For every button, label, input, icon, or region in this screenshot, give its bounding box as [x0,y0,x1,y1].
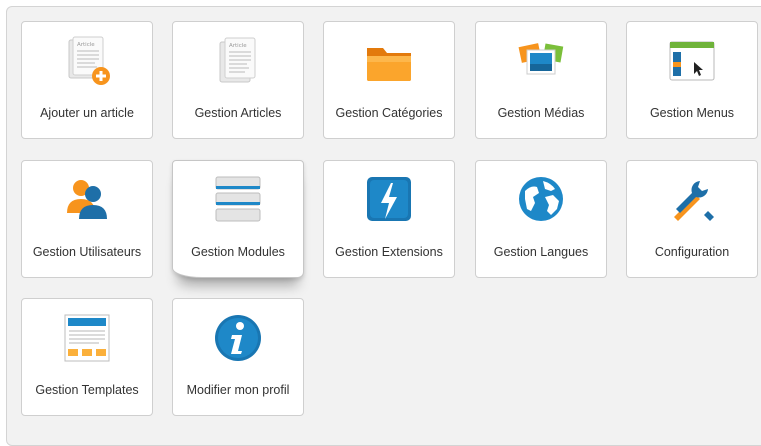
tile-label: Gestion Catégories [335,106,443,120]
tile-label: Ajouter un article [40,106,134,120]
tile-users[interactable]: Gestion Utilisateurs [21,160,153,278]
control-panel: Article Ajouter un article Article Gesti… [6,6,761,446]
globe-icon [513,173,569,229]
tile-label: Configuration [654,245,730,259]
tile-label: Gestion Médias [497,106,585,120]
media-icon [513,34,569,90]
folder-icon [361,34,417,90]
tile-label: Gestion Menus [649,106,735,120]
menu-window-icon [664,34,720,90]
extensions-icon [361,173,417,229]
article-mini-text: Article [77,42,95,48]
tile-extensions[interactable]: Gestion Extensions [323,160,455,278]
tile-menus[interactable]: Gestion Menus [626,21,758,139]
article-mini-text: Article [229,43,247,49]
tile-label: Gestion Extensions [335,245,443,259]
tile-label: Gestion Modules [191,245,285,259]
tile-articles[interactable]: Article Gestion Articles [172,21,304,139]
tile-add-article[interactable]: Article Ajouter un article [21,21,153,139]
tile-label: Gestion Templates [35,383,139,397]
tools-icon [664,173,720,229]
tile-templates[interactable]: Gestion Templates [21,298,153,416]
add-article-icon: Article [59,34,115,90]
articles-icon: Article [210,34,266,90]
tile-profile[interactable]: Modifier mon profil [172,298,304,416]
template-icon [59,311,115,367]
tile-media[interactable]: Gestion Médias [475,21,607,139]
modules-icon [210,173,266,229]
users-icon [59,173,115,229]
tile-categories[interactable]: Gestion Catégories [323,21,455,139]
tile-label: Gestion Langues [493,245,589,259]
tile-label: Gestion Utilisateurs [32,245,142,259]
tile-modules[interactable]: Gestion Modules [172,160,304,278]
tile-label: Gestion Articles [194,106,282,120]
tile-label: Modifier mon profil [186,383,290,397]
tile-configuration[interactable]: Configuration [626,160,758,278]
info-icon [210,311,266,367]
tile-languages[interactable]: Gestion Langues [475,160,607,278]
